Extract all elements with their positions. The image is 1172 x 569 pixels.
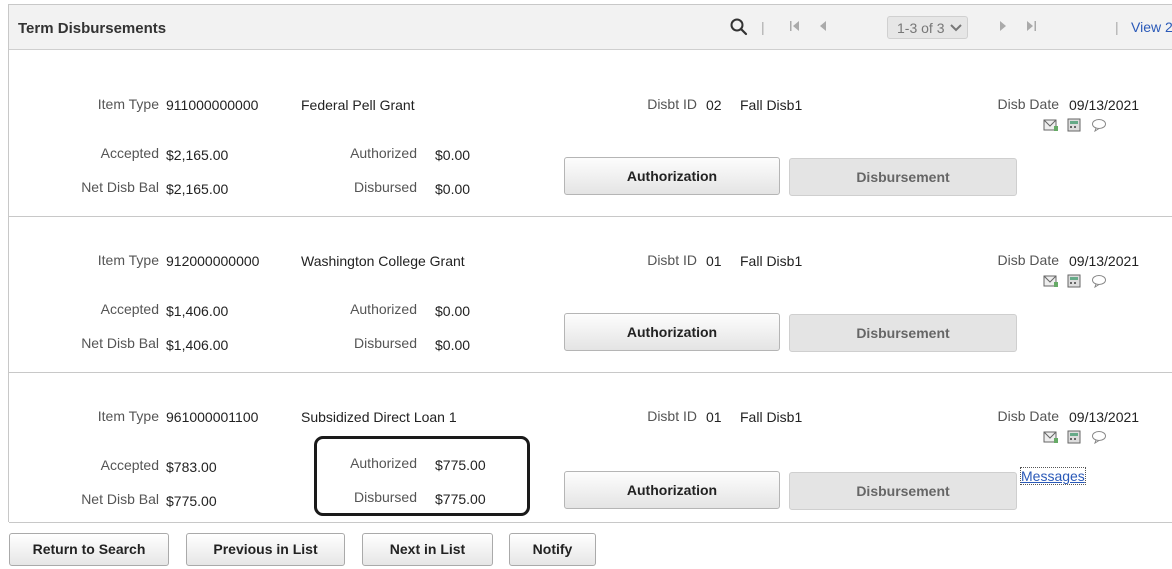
panel-header: Term Disbursements | 1-3 of 3 | View 2: [9, 5, 1172, 50]
mail-icon[interactable]: [1043, 118, 1059, 132]
authorized-label: Authorized: [350, 145, 417, 161]
net-disb-bal-value: $1,406.00: [166, 337, 229, 353]
net-disb-bal-value: $775.00: [166, 493, 217, 509]
highlight-annotation: [314, 436, 530, 516]
disbt-id-label: Disbt ID: [647, 96, 697, 112]
row-icons: [1041, 429, 1121, 445]
disbt-id-label: Disbt ID: [647, 252, 697, 268]
next-in-list-button[interactable]: Next in List: [362, 533, 493, 566]
item-type-code: 912000000000: [166, 253, 260, 269]
authorized-value: $0.00: [435, 303, 471, 319]
mail-icon[interactable]: [1043, 430, 1059, 444]
first-page-icon[interactable]: [789, 20, 801, 32]
accepted-label: Accepted: [100, 457, 159, 473]
authorized-value: $0.00: [435, 147, 471, 163]
accepted-label: Accepted: [100, 145, 159, 161]
disb-date-label: Disb Date: [997, 408, 1059, 424]
disbt-id-value: 01: [706, 253, 722, 269]
mail-icon[interactable]: [1043, 274, 1059, 288]
authorization-button[interactable]: Authorization: [564, 313, 780, 351]
disb-date-value: 09/13/2021: [1069, 409, 1140, 425]
disbursed-label: Disbursed: [353, 179, 417, 195]
panel-title: Term Disbursements: [18, 20, 167, 37]
disb-date-value: 09/13/2021: [1069, 97, 1140, 113]
disbursement-row: Item Type 911000000000 Federal Pell Gran…: [9, 61, 1172, 217]
item-type-label: Item Type: [97, 252, 159, 268]
term-disbursements-panel: Term Disbursements | 1-3 of 3 | View 2 I…: [8, 4, 1172, 523]
messages-link[interactable]: Messages: [1020, 467, 1086, 485]
authorization-button[interactable]: Authorization: [564, 157, 780, 195]
disb-date-label: Disb Date: [997, 96, 1059, 112]
net-disb-bal-label: Net Disb Bal: [81, 335, 159, 351]
disb-date-label: Disb Date: [997, 252, 1059, 268]
comment-icon[interactable]: [1091, 274, 1107, 288]
header-separator: |: [761, 19, 765, 35]
disbursed-value: $0.00: [435, 337, 471, 353]
accepted-value: $2,165.00: [166, 147, 229, 163]
disbt-description: Fall Disb1: [740, 409, 803, 425]
disbt-id-value: 02: [706, 97, 722, 113]
item-type-label: Item Type: [97, 408, 159, 424]
item-type-code: 961000001100: [166, 409, 259, 425]
disbt-id-value: 01: [706, 409, 722, 425]
authorization-button[interactable]: Authorization: [564, 471, 780, 509]
calculator-icon[interactable]: [1067, 118, 1081, 132]
last-page-icon[interactable]: [1025, 20, 1037, 32]
row-icons: [1041, 273, 1121, 289]
net-disb-bal-label: Net Disb Bal: [81, 491, 159, 507]
row-icons: [1041, 117, 1121, 133]
pager-label: 1-3 of 3: [897, 20, 945, 36]
chevron-down-icon: [950, 24, 962, 32]
view-2-link[interactable]: View 2: [1131, 19, 1172, 35]
disbursement-button: Disbursement: [789, 158, 1017, 196]
calculator-icon[interactable]: [1067, 274, 1081, 288]
previous-page-icon[interactable]: [817, 20, 829, 32]
accepted-value: $1,406.00: [166, 303, 229, 319]
disbt-id-label: Disbt ID: [647, 408, 697, 424]
accepted-value: $783.00: [166, 459, 217, 475]
notify-button[interactable]: Notify: [509, 533, 596, 566]
disbursement-button: Disbursement: [789, 472, 1017, 510]
disbt-description: Fall Disb1: [740, 97, 803, 113]
pager-select[interactable]: 1-3 of 3: [887, 16, 968, 39]
header-separator: |: [1115, 19, 1119, 35]
disbursed-value: $0.00: [435, 181, 471, 197]
calculator-icon[interactable]: [1067, 430, 1081, 444]
return-to-search-button[interactable]: Return to Search: [9, 533, 169, 566]
comment-icon[interactable]: [1091, 430, 1107, 444]
disbursement-button: Disbursement: [789, 314, 1017, 352]
next-page-icon[interactable]: [997, 20, 1009, 32]
item-type-description: Washington College Grant: [301, 253, 465, 269]
search-icon[interactable]: [729, 17, 749, 37]
disbursement-row: Item Type 912000000000 Washington Colleg…: [9, 217, 1172, 373]
item-type-description: Federal Pell Grant: [301, 97, 415, 113]
net-disb-bal-value: $2,165.00: [166, 181, 229, 197]
comment-icon[interactable]: [1091, 118, 1107, 132]
disbursed-label: Disbursed: [353, 335, 417, 351]
item-type-label: Item Type: [97, 96, 159, 112]
disb-date-value: 09/13/2021: [1069, 253, 1140, 269]
item-type-code: 911000000000: [166, 97, 259, 113]
accepted-label: Accepted: [100, 301, 159, 317]
disbt-description: Fall Disb1: [740, 253, 803, 269]
authorized-label: Authorized: [350, 301, 417, 317]
disbursement-row: Item Type 961000001100 Subsidized Direct…: [9, 373, 1172, 523]
previous-in-list-button[interactable]: Previous in List: [186, 533, 345, 566]
item-type-description: Subsidized Direct Loan 1: [301, 409, 457, 425]
net-disb-bal-label: Net Disb Bal: [81, 179, 159, 195]
